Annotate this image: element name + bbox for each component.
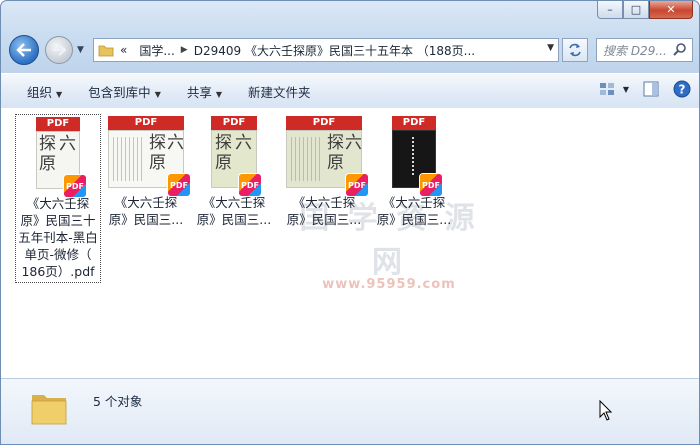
text-column bbox=[412, 137, 414, 175]
page-glyph: 六 bbox=[235, 133, 252, 153]
command-toolbar: 组织 ▼ 包含到库中 ▼ 共享 ▼ 新建文件夹 ▼ ? bbox=[1, 73, 699, 109]
item-count: 5 个对象 bbox=[93, 394, 143, 409]
include-in-library-menu[interactable]: 包含到库中 ▼ bbox=[75, 82, 174, 101]
page-glyph: 探 bbox=[215, 133, 232, 153]
organize-menu[interactable]: 组织 ▼ bbox=[1, 82, 75, 101]
refresh-button[interactable] bbox=[562, 38, 588, 62]
chevron-down-icon: ▼ bbox=[154, 89, 161, 99]
pdf-badge-icon: PDF bbox=[168, 174, 190, 196]
page-glyph: 六 bbox=[345, 133, 362, 153]
include-in-library-label: 包含到库中 bbox=[88, 84, 151, 100]
file-item-2[interactable]: PDF 探 六 原 PDF 《大六壬探 原》民国三... bbox=[103, 114, 190, 230]
pdf-header-bar: PDF bbox=[36, 117, 80, 131]
forward-button[interactable] bbox=[45, 36, 73, 64]
breadcrumb-separator-icon[interactable]: ▶ bbox=[181, 45, 188, 55]
pdf-badge-icon: PDF bbox=[239, 174, 261, 196]
share-label: 共享 bbox=[186, 84, 212, 100]
pdf-thumbnail: PDF 探 六 原 PDF bbox=[108, 116, 190, 196]
file-name: 《大六壬探 原》民国三... bbox=[376, 195, 452, 227]
address-dropdown-icon[interactable]: ▼ bbox=[547, 43, 554, 53]
share-menu[interactable]: 共享 ▼ bbox=[174, 82, 235, 101]
pdf-header-bar: PDF bbox=[286, 116, 362, 130]
address-bar[interactable]: « 国学... ▶ D29409 《大六壬探原》民国三十五年本 （188页...… bbox=[93, 38, 559, 62]
watermark-url: www.95959.com bbox=[322, 277, 456, 292]
page-glyph: 探 bbox=[149, 133, 166, 153]
svg-text:?: ? bbox=[679, 83, 686, 97]
folder-icon bbox=[31, 395, 67, 425]
page-glyph: 原 bbox=[215, 153, 232, 173]
page-glyph: 原 bbox=[327, 153, 344, 173]
search-input[interactable]: 搜索 D29... bbox=[596, 38, 693, 62]
search-placeholder: 搜索 D29... bbox=[603, 43, 667, 58]
organize-label: 组织 bbox=[27, 84, 53, 100]
file-name: 《大六壬探 原》民国三... bbox=[286, 195, 362, 227]
breadcrumb-root[interactable]: « bbox=[114, 43, 133, 57]
view-dropdown-icon[interactable]: ▼ bbox=[623, 85, 629, 94]
pdf-badge-icon: PDF bbox=[420, 174, 442, 196]
toolbar-right: ▼ ? bbox=[599, 80, 691, 98]
explorer-window: – □ ✕ ▼ « 国学... ▶ D29409 《大六壬探原》民国三十五年本 … bbox=[0, 0, 700, 445]
pdf-thumbnail: PDF 探 六 原 PDF bbox=[211, 116, 261, 196]
page-glyph: 六 bbox=[167, 133, 184, 153]
pdf-thumbnail: PDF 探 六 原 PDF bbox=[36, 117, 86, 197]
text-columns bbox=[291, 137, 323, 181]
folder-icon bbox=[98, 45, 114, 57]
file-item-1[interactable]: PDF 探 六 原 PDF 《大六壬探 原》民国三十 五年刊本-黑白 单页-微修… bbox=[15, 114, 101, 283]
details-pane: 5 个对象 bbox=[1, 378, 699, 444]
new-folder-button[interactable]: 新建文件夹 bbox=[235, 82, 324, 101]
chevron-down-icon: ▼ bbox=[56, 89, 63, 99]
breadcrumb-guoxue[interactable]: 国学... bbox=[133, 42, 180, 59]
pdf-thumbnail: PDF PDF bbox=[392, 116, 442, 196]
file-name: 《大六壬探 原》民国三... bbox=[196, 195, 272, 227]
recent-pages-dropdown[interactable]: ▼ bbox=[77, 45, 84, 55]
file-item-3[interactable]: PDF 探 六 原 PDF 《大六壬探 原》民国三... bbox=[191, 114, 277, 230]
page-glyph: 探 bbox=[327, 133, 344, 153]
back-button[interactable] bbox=[9, 35, 39, 65]
forward-arrow-icon bbox=[53, 44, 66, 56]
pdf-badge-icon: PDF bbox=[346, 174, 368, 196]
pdf-header-bar: PDF bbox=[211, 116, 257, 130]
pdf-header-bar: PDF bbox=[108, 116, 184, 130]
text-columns bbox=[113, 137, 145, 181]
file-name: 《大六壬探 原》民国三... bbox=[108, 195, 184, 227]
refresh-arrows-icon bbox=[569, 43, 581, 57]
chevron-down-icon: ▼ bbox=[215, 89, 223, 99]
file-list-area[interactable]: 国 学 资 源 网 www.95959.com PDF 探 六 原 PDF 《大… bbox=[1, 108, 699, 378]
breadcrumb-current-folder[interactable]: D29409 《大六壬探原》民国三十五年本 （188页... bbox=[188, 42, 481, 59]
pdf-header-bar: PDF bbox=[392, 116, 436, 130]
page-glyph: 六 bbox=[59, 134, 76, 154]
close-button[interactable]: ✕ bbox=[649, 1, 693, 19]
mouse-cursor-icon bbox=[599, 400, 613, 421]
caption-buttons: – □ ✕ bbox=[597, 1, 693, 19]
change-view-button[interactable]: ▼ bbox=[599, 82, 629, 96]
navigation-row: ▼ « 国学... ▶ D29409 《大六壬探原》民国三十五年本 （188页.… bbox=[9, 35, 693, 65]
file-item-5[interactable]: PDF PDF 《大六壬探 原》民国三... bbox=[371, 114, 457, 230]
view-options-icon bbox=[599, 83, 614, 95]
page-glyph: 原 bbox=[39, 154, 56, 174]
pdf-badge-icon: PDF bbox=[64, 175, 86, 197]
maximize-button[interactable]: □ bbox=[623, 1, 649, 19]
pdf-thumbnail: PDF 探 六 原 PDF bbox=[286, 116, 368, 196]
minimize-button[interactable]: – bbox=[597, 1, 623, 19]
page-glyph: 探 bbox=[39, 134, 56, 154]
file-name: 《大六壬探 原》民国三十 五年刊本-黑白 单页-微修（ 186页）.pdf bbox=[18, 196, 98, 279]
search-icon[interactable] bbox=[673, 42, 687, 56]
help-icon[interactable]: ? bbox=[673, 80, 691, 98]
file-item-4[interactable]: PDF 探 六 原 PDF 《大六壬探 原》民国三... bbox=[281, 114, 368, 230]
preview-pane-icon[interactable] bbox=[643, 81, 659, 97]
page-glyph: 原 bbox=[149, 153, 166, 173]
back-arrow-icon bbox=[16, 43, 31, 57]
